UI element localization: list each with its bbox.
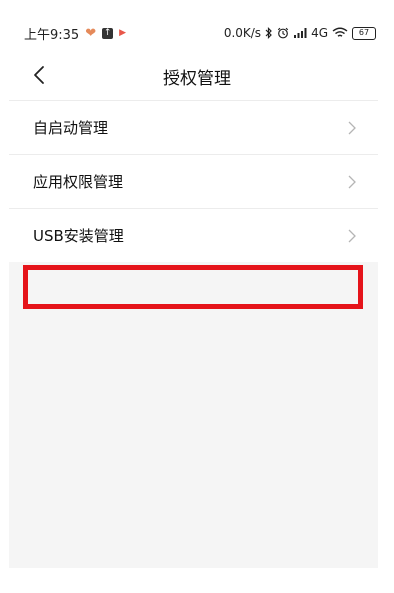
screen: 上午9:35 ❤ ↑ ▶ 0.0K/s 4G 67 授权管理 自启动管理 应用权… bbox=[0, 0, 394, 593]
status-time: 上午9:35 bbox=[24, 27, 80, 43]
list-item-label: 自启动管理 bbox=[33, 119, 109, 137]
page-title: 授权管理 bbox=[163, 69, 231, 89]
highlight-box bbox=[23, 265, 363, 309]
list-item-label: 应用权限管理 bbox=[33, 173, 124, 191]
chevron-right-icon bbox=[348, 228, 356, 243]
bluetooth-icon bbox=[265, 27, 273, 39]
network-speed: 0.0K/s bbox=[223, 26, 262, 40]
status-bar-right: 0.0K/s 4G 67 bbox=[224, 24, 376, 42]
status-bar: 上午9:35 ❤ ↑ ▶ 0.0K/s 4G 67 bbox=[0, 0, 394, 50]
battery-level: 67 bbox=[358, 28, 370, 37]
list-item-autostart[interactable]: 自启动管理 bbox=[9, 100, 378, 154]
upload-icon: ↑ bbox=[102, 27, 114, 39]
signal-icon bbox=[293, 27, 307, 39]
list-item-usb-install[interactable]: USB安装管理 bbox=[9, 208, 378, 262]
header: 授权管理 bbox=[0, 52, 394, 98]
chevron-right-icon bbox=[348, 120, 356, 135]
list-item-app-permissions[interactable]: 应用权限管理 bbox=[9, 154, 378, 208]
network-type: 4G bbox=[311, 26, 328, 40]
list-item-label: USB安装管理 bbox=[33, 227, 124, 245]
status-bar-left: 上午9:35 ❤ ↑ ▶ bbox=[24, 24, 127, 43]
alarm-icon bbox=[277, 27, 289, 39]
wifi-icon bbox=[332, 27, 348, 39]
heart-icon: ❤ bbox=[85, 25, 97, 41]
battery-icon: 67 bbox=[352, 26, 376, 40]
settings-list: 自启动管理 应用权限管理 USB安装管理 bbox=[9, 100, 378, 262]
play-icon: ▶ bbox=[119, 27, 127, 38]
chevron-right-icon bbox=[348, 174, 356, 189]
